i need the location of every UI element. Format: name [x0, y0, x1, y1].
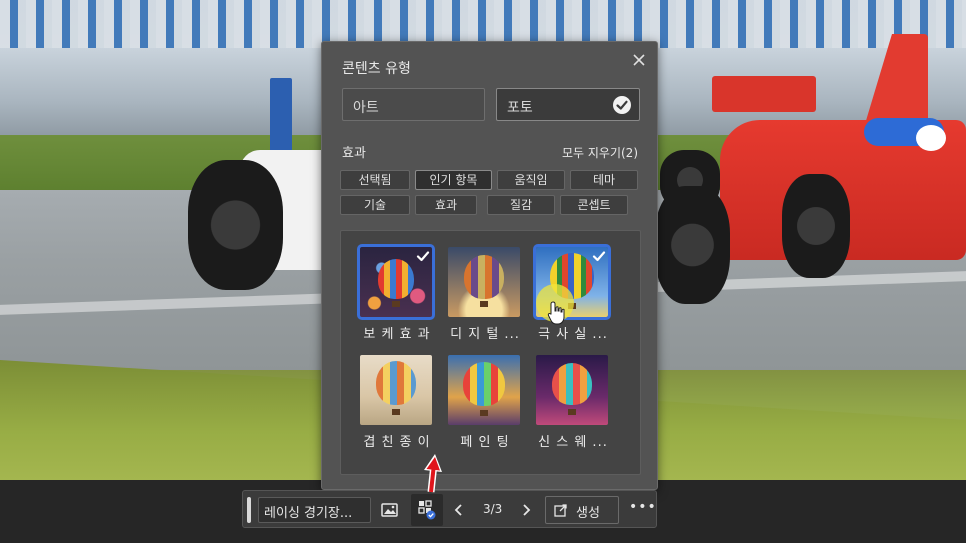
balloon-icon: [552, 363, 592, 405]
chip-popular[interactable]: 인기 항목: [415, 170, 492, 190]
right-car-rear-wing: [712, 76, 816, 112]
dialog-title: 콘텐츠 유형: [342, 61, 411, 77]
content-type-art-button[interactable]: 아트: [342, 88, 485, 121]
balloon-icon: [464, 255, 504, 299]
effect-label: 겹 친 종 이: [363, 435, 431, 450]
effect-tile-painting[interactable]: 페 인 팅: [447, 355, 523, 450]
effect-tile-digital[interactable]: 디 지 털 ...: [447, 247, 523, 342]
basket-icon: [568, 409, 576, 415]
synthwave-balloon-thumbnail: [536, 355, 608, 425]
drag-handle[interactable]: [247, 497, 251, 523]
annotation-arrow-icon: [424, 454, 442, 493]
content-type-art-label: 아트: [353, 100, 379, 116]
chip-theme[interactable]: 테마: [570, 170, 638, 190]
basket-icon: [392, 409, 400, 415]
painting-balloon-thumbnail: [448, 355, 520, 425]
right-car-tire: [655, 186, 730, 304]
digital-balloon-thumbnail: [448, 247, 520, 317]
clear-all-link[interactable]: 모두 지우기(2): [562, 144, 638, 161]
generate-button[interactable]: 생성: [545, 496, 619, 524]
left-car-tire: [188, 160, 283, 290]
balloon-icon: [378, 259, 414, 299]
effect-label: 보 케 효 과: [363, 327, 431, 342]
hand-pointer-icon: [547, 301, 565, 325]
close-icon[interactable]: [631, 52, 647, 68]
prompt-input[interactable]: 레이싱 경기장...: [258, 497, 371, 523]
reference-image-icon[interactable]: [380, 500, 400, 520]
balloon-icon: [463, 362, 505, 406]
driver-helmet-visor: [916, 125, 946, 151]
content-type-photo-label: 포토: [507, 100, 533, 116]
generate-label: 생성: [576, 506, 600, 521]
generate-icon: [554, 504, 567, 517]
chip-motion[interactable]: 움직임: [497, 170, 565, 190]
chevron-left-icon[interactable]: [449, 500, 469, 520]
effect-label: 디 지 털 ...: [450, 327, 520, 342]
layered-paper-balloon-thumbnail: [360, 355, 432, 425]
page-counter: 3/3: [483, 502, 503, 516]
effect-label: 신 스 웨 ...: [538, 435, 608, 450]
right-car-tire-front: [782, 174, 850, 278]
chevron-right-icon[interactable]: [516, 500, 536, 520]
checkmark-icon: [592, 251, 606, 262]
contextual-task-bar: 레이싱 경기장... 3/3 생성 •••: [242, 490, 657, 528]
effect-tile-synthwave[interactable]: 신 스 웨 ...: [535, 355, 611, 450]
more-options-icon[interactable]: •••: [629, 499, 657, 515]
chip-texture[interactable]: 질감: [487, 195, 555, 215]
chip-concept[interactable]: 콘셉트: [560, 195, 628, 215]
chip-effects[interactable]: 효과: [415, 195, 477, 215]
effects-button[interactable]: [411, 494, 443, 526]
effect-tile-bokeh[interactable]: 보 케 효 과: [357, 244, 435, 342]
chip-selected[interactable]: 선택됨: [340, 170, 410, 190]
effect-tile-layered-paper[interactable]: 겹 친 종 이: [359, 355, 435, 450]
basket-icon: [392, 301, 400, 307]
content-type-dialog: 콘텐츠 유형 아트 포토 효과 모두 지우기(2) 선택됨 인기 항목 움직임 …: [321, 41, 658, 490]
effects-grid: 보 케 효 과 디 지 털 ... 극 사 실 ... 겹 친 종 이 페 인 …: [340, 230, 641, 475]
basket-icon: [480, 410, 488, 416]
effect-label: 페 인 팅: [460, 435, 510, 450]
checkmark-icon: [416, 251, 430, 262]
effects-icon: [418, 500, 436, 520]
content-type-photo-button[interactable]: 포토: [496, 88, 640, 121]
checkmark-icon: [613, 96, 631, 114]
basket-icon: [480, 301, 488, 307]
chip-technique[interactable]: 기술: [340, 195, 410, 215]
bokeh-balloon-thumbnail: [357, 244, 435, 320]
effects-heading: 효과: [342, 146, 366, 161]
balloon-icon: [376, 361, 416, 405]
